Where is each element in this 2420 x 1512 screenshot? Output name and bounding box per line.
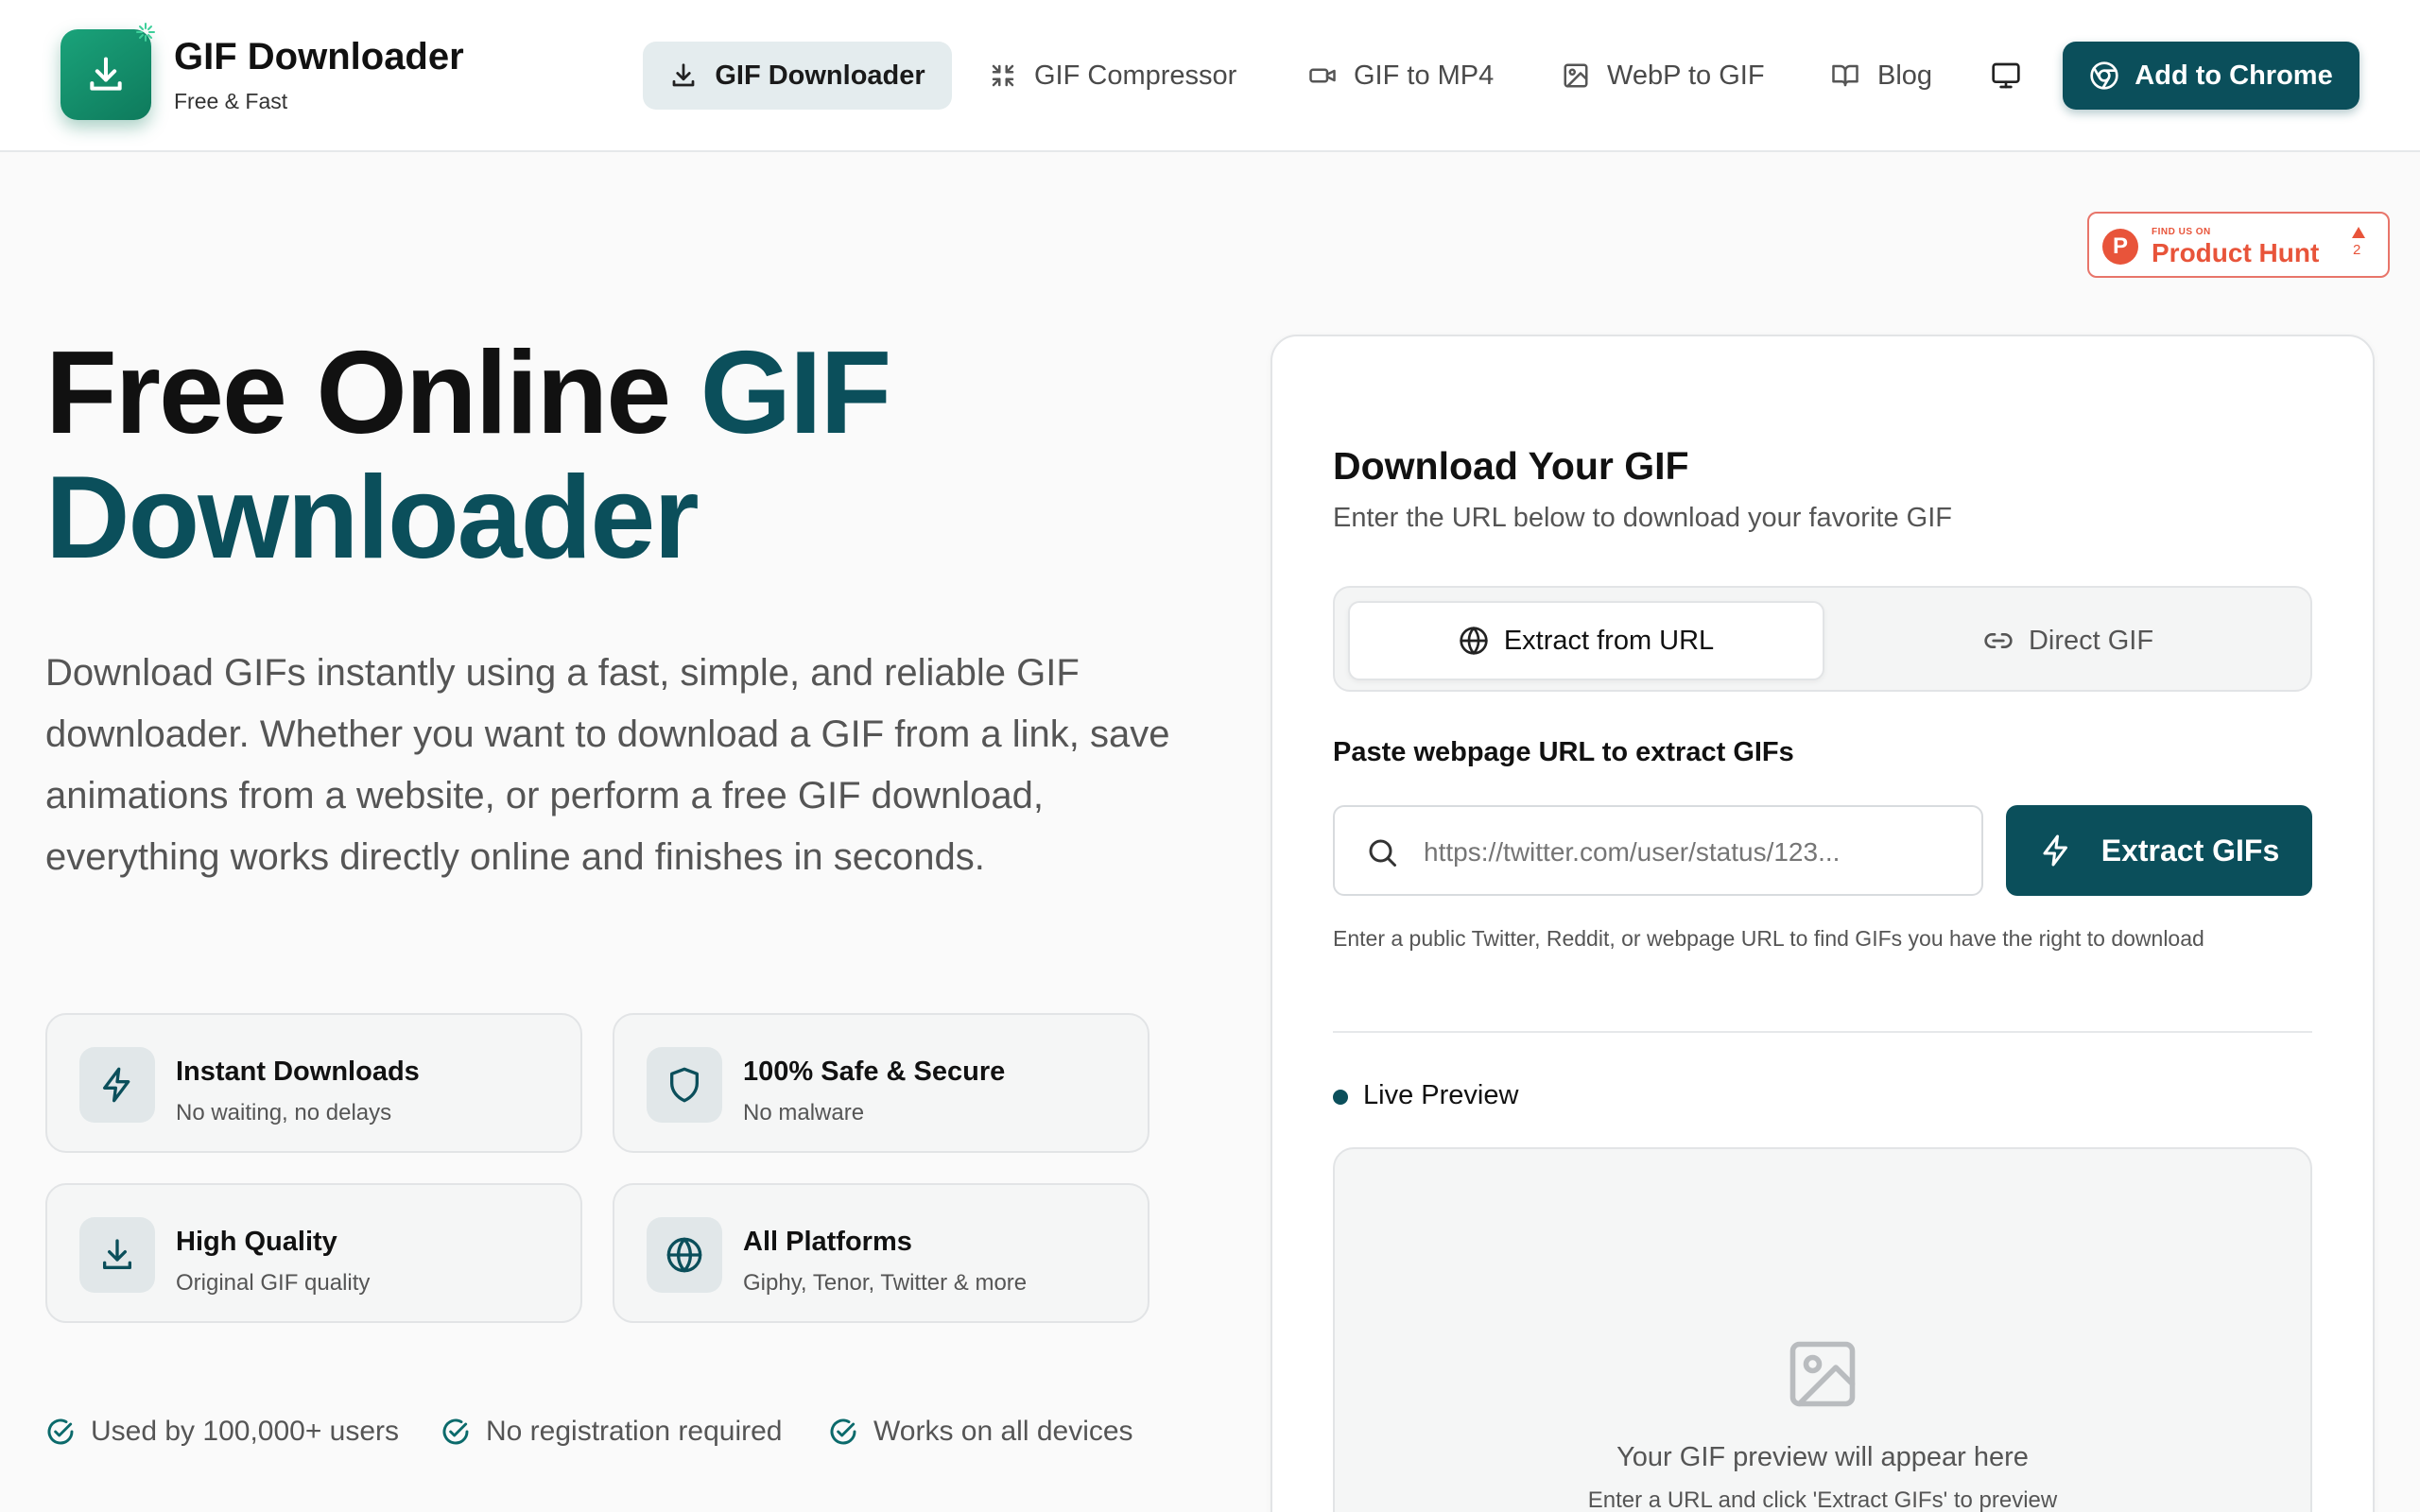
live-preview-label: Live Preview (1363, 1080, 1519, 1110)
upvote-arrow-icon (2352, 227, 2365, 238)
product-hunt-logo: P (2102, 229, 2138, 265)
check-circle-icon (47, 1418, 74, 1445)
url-input-wrapper[interactable] (1333, 805, 1983, 896)
product-hunt-name: Product Hunt (2152, 238, 2320, 267)
tab-direct-gif[interactable]: Direct GIF (1836, 601, 2301, 680)
trust-label: No registration required (486, 1416, 783, 1447)
panel-subtitle: Enter the URL below to download your fav… (1333, 503, 1952, 533)
url-field-label: Paste webpage URL to extract GIFs (1333, 737, 1794, 767)
book-icon (1832, 64, 1858, 87)
hero-title-accent: GIF (700, 328, 892, 458)
image-icon (1564, 63, 1588, 88)
feature-card-quality: High Quality Original GIF quality (45, 1183, 582, 1323)
nav-label: GIF Compressor (1034, 60, 1237, 91)
feature-subtitle: Giphy, Tenor, Twitter & more (743, 1270, 1028, 1296)
video-icon (1309, 68, 1336, 83)
hero-title-accent-line2: Downloader (45, 453, 700, 583)
nav-label: WebP to GIF (1607, 60, 1765, 91)
feature-subtitle: No waiting, no delays (176, 1100, 392, 1125)
live-indicator-dot (1333, 1090, 1348, 1105)
nav-label: Blog (1877, 60, 1933, 91)
globe-icon (666, 1237, 702, 1273)
download-icon (103, 1239, 131, 1269)
nav-label: GIF Downloader (715, 60, 925, 91)
feature-card-instant: Instant Downloads No waiting, no delays (45, 1013, 582, 1153)
globe-icon (1460, 627, 1488, 655)
extract-gifs-button[interactable]: Extract GIFs (2006, 805, 2312, 896)
hero-description: Download GIFs instantly using a fast, si… (45, 652, 1170, 878)
upvote-count: 2 (2353, 242, 2361, 258)
product-hunt-kicker: FIND US ON (2152, 227, 2211, 237)
preview-hint-text: Enter a URL and click 'Extract GIFs' to … (1587, 1487, 2058, 1512)
lightning-icon (103, 1067, 130, 1103)
nav-gif-to-mp4[interactable]: GIF to MP4 (1308, 42, 1494, 110)
panel-divider (1333, 1031, 2312, 1033)
search-icon (1369, 839, 1396, 867)
add-to-chrome-label: Add to Chrome (2135, 60, 2333, 91)
feature-subtitle: Original GIF quality (176, 1270, 371, 1296)
tab-label: Direct GIF (2028, 625, 2154, 656)
feature-title: All Platforms (743, 1227, 912, 1257)
feature-title: 100% Safe & Secure (743, 1057, 1006, 1087)
image-placeholder-icon (1789, 1341, 1856, 1407)
monitor-icon[interactable] (1990, 60, 2022, 91)
hero-title: Free Online GIF Downloader (45, 328, 892, 583)
feature-icon-box (647, 1047, 722, 1123)
feature-title: Instant Downloads (176, 1057, 420, 1087)
mode-tabs: Extract from URL Direct GIF (1333, 586, 2312, 692)
extract-gifs-label: Extract GIFs (2100, 833, 2280, 868)
preview-placeholder-text: Your GIF preview will appear here (1616, 1442, 2029, 1472)
brand-tagline: Free & Fast (174, 89, 288, 113)
trust-item-devices: Works on all devices (828, 1408, 1133, 1455)
nav-gif-downloader[interactable]: GIF Downloader (643, 42, 952, 110)
feature-icon-box (79, 1047, 155, 1123)
feature-card-secure: 100% Safe & Secure No malware (613, 1013, 1150, 1153)
panel-title: Download Your GIF (1333, 444, 1689, 488)
url-input[interactable] (1424, 824, 1962, 881)
nav-blog[interactable]: Blog (1830, 42, 1932, 110)
lightning-icon (2043, 834, 2067, 867)
chrome-icon (2090, 61, 2118, 90)
check-circle-icon (830, 1418, 856, 1445)
feature-icon-box (647, 1217, 722, 1293)
download-icon (90, 57, 122, 91)
product-hunt-badge[interactable]: P FIND US ON Product Hunt 2 (2087, 212, 2390, 278)
shield-icon (670, 1067, 699, 1103)
check-circle-icon (442, 1418, 469, 1445)
tab-label: Extract from URL (1503, 625, 1715, 656)
add-to-chrome-button[interactable]: Add to Chrome (2063, 42, 2360, 110)
feature-card-platforms: All Platforms Giphy, Tenor, Twitter & mo… (613, 1183, 1150, 1323)
trust-item-users: Used by 100,000+ users (45, 1408, 399, 1455)
brand-name[interactable]: GIF Downloader (174, 36, 464, 78)
download-icon (672, 63, 695, 87)
feature-icon-box (79, 1217, 155, 1293)
top-header: GIF Downloader Free & Fast GIF Downloade… (0, 0, 2420, 152)
link-icon (1984, 633, 2013, 648)
nav-webp-to-gif[interactable]: WebP to GIF (1562, 42, 1765, 110)
hero-title-plain: Free Online (45, 328, 700, 458)
compress-icon (992, 64, 1014, 87)
url-helper-text: Enter a public Twitter, Reddit, or webpa… (1333, 926, 2204, 951)
nav-label: GIF to MP4 (1354, 60, 1495, 91)
nav-gif-compressor[interactable]: GIF Compressor (989, 42, 1236, 110)
tab-extract-from-url[interactable]: Extract from URL (1348, 601, 1824, 680)
trust-item-registration: No registration required (441, 1408, 783, 1455)
sparkle-icon (136, 23, 155, 42)
feature-subtitle: No malware (743, 1100, 865, 1125)
feature-title: High Quality (176, 1227, 337, 1257)
trust-label: Works on all devices (873, 1416, 1133, 1447)
trust-label: Used by 100,000+ users (91, 1416, 400, 1447)
